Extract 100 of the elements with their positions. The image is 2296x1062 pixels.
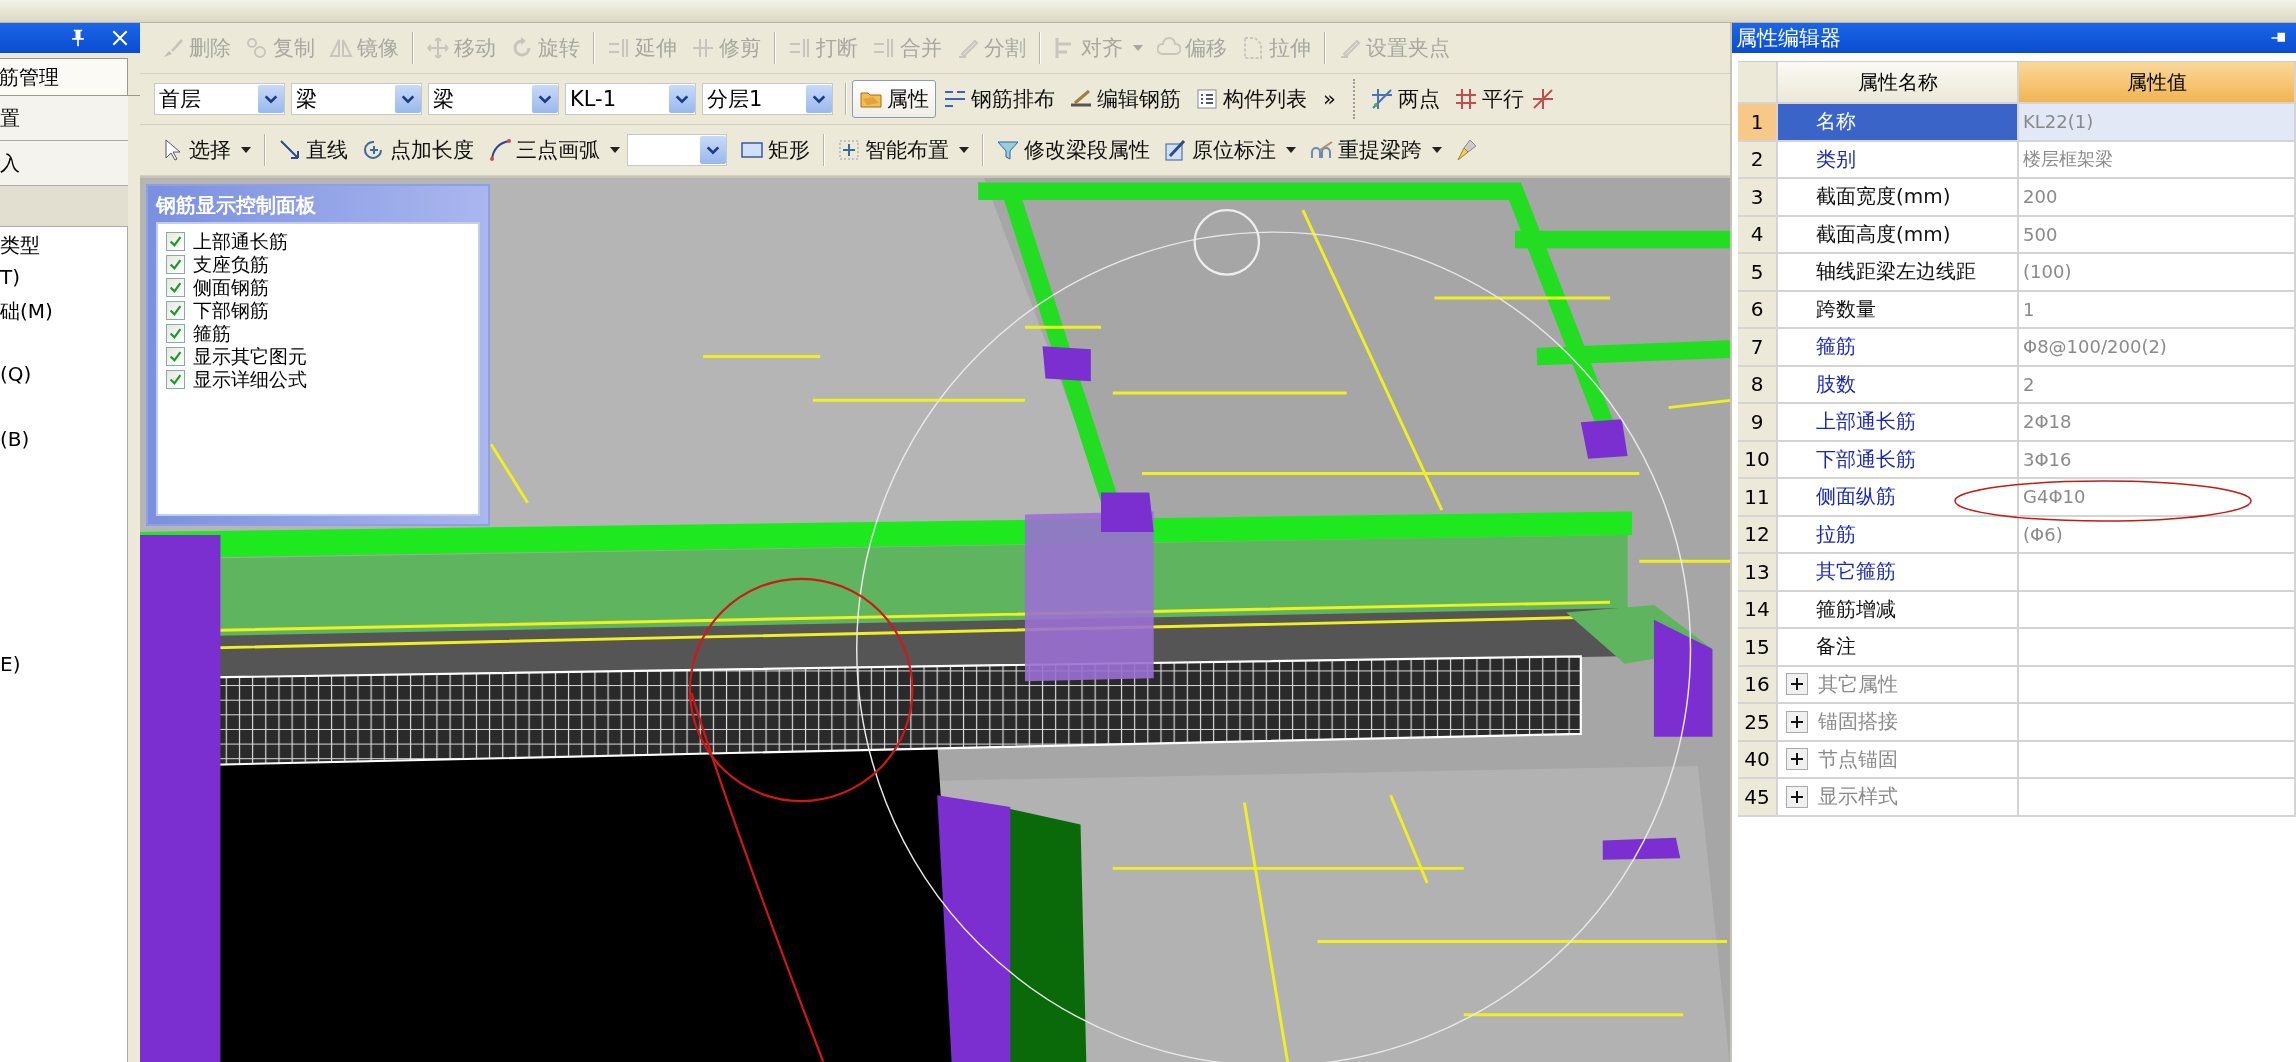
checkbox[interactable]	[166, 324, 185, 343]
toolbar-button[interactable]: 智能布置	[830, 131, 976, 169]
line-icon	[278, 138, 302, 162]
property-name[interactable]: 名称	[1778, 104, 2019, 142]
expand-toggle[interactable]	[1786, 673, 1808, 696]
toolbar-button[interactable]: 选择	[154, 131, 258, 169]
property-value[interactable]: (Φ6)	[2019, 516, 2296, 554]
property-name[interactable]: 下部通长筋	[1778, 441, 2019, 479]
checkbox-label[interactable]: 侧面钢筋	[193, 276, 269, 299]
toolbar-button[interactable]: 属性	[852, 80, 936, 118]
brush-icon	[161, 36, 185, 60]
property-name[interactable]: 跨数量	[1778, 291, 2019, 329]
expand-toggle[interactable]	[1786, 710, 1808, 733]
property-name[interactable]: 侧面纵筋	[1778, 479, 2019, 517]
panel-title: 属性编辑器	[1736, 25, 1841, 52]
row-number: 25	[1738, 704, 1778, 742]
toolbar-button[interactable]: 直线	[271, 131, 355, 169]
toolbar-button[interactable]: 三点画弧	[481, 131, 627, 169]
caret-icon	[959, 147, 969, 153]
checkbox-label[interactable]: 下部钢筋	[193, 299, 269, 322]
group-name[interactable]: 锚固搭接	[1818, 708, 1898, 736]
dropdown-field[interactable]: 梁	[428, 83, 559, 115]
panel-section[interactable]: 入	[0, 141, 128, 186]
caret-icon	[1432, 147, 1442, 153]
move-arrows-icon	[426, 36, 450, 60]
checkbox[interactable]	[166, 347, 185, 366]
row-number: 13	[1738, 554, 1778, 592]
checkbox-label[interactable]: 显示详细公式	[193, 368, 307, 391]
checkbox[interactable]	[166, 255, 185, 274]
group-name[interactable]: 节点锚固	[1818, 745, 1898, 773]
overflow-button[interactable]: »	[1314, 86, 1345, 112]
tree-item[interactable]: E)	[0, 652, 21, 676]
property-name[interactable]: 其它箍筋	[1778, 554, 2019, 592]
toolbar-button[interactable]: 两点	[1362, 80, 1447, 118]
property-name[interactable]: 截面宽度(mm)	[1778, 179, 2019, 217]
property-name[interactable]: 拉筋	[1778, 516, 2019, 554]
property-name[interactable]: 类别	[1778, 141, 2019, 179]
bracket-lines-icon	[607, 36, 631, 60]
row-number: 9	[1738, 404, 1778, 442]
dropdown-field[interactable]: 首层	[154, 83, 285, 115]
bracket-lines-icon	[788, 36, 812, 60]
tree-item[interactable]: 类型	[0, 232, 40, 259]
close-icon[interactable]	[110, 28, 130, 48]
cross-lines-icon	[691, 36, 715, 60]
row-number: 8	[1738, 366, 1778, 404]
panel-section[interactable]: 置	[0, 96, 128, 141]
property-name[interactable]: 上部通长筋	[1778, 404, 2019, 442]
property-name[interactable]: 箍筋	[1778, 329, 2019, 367]
toolbar-button[interactable]: 重提梁跨	[1303, 131, 1449, 169]
toolbar-button[interactable]: 原位标注	[1157, 131, 1303, 169]
row-number: 14	[1738, 591, 1778, 629]
tree-item[interactable]: (B)	[0, 427, 30, 451]
expand-toggle[interactable]	[1786, 748, 1808, 771]
toolbar-button[interactable]: 点加长度	[355, 131, 481, 169]
toolbar-button[interactable]: 修改梁段属性	[989, 131, 1157, 169]
row-number: 40	[1738, 741, 1778, 779]
circles-icon	[245, 36, 269, 60]
expand-toggle[interactable]	[1786, 785, 1808, 808]
toolbar-button[interactable]: 编辑钢筋	[1062, 80, 1188, 118]
row-number: 6	[1738, 291, 1778, 329]
dropdown-field[interactable]	[627, 134, 727, 166]
property-value[interactable]: Φ8@100/200(2)	[2019, 329, 2296, 367]
caret-icon	[1286, 147, 1296, 153]
column-header: 属性值	[2019, 62, 2296, 104]
dropdown-field[interactable]: KL-1	[565, 83, 696, 115]
property-value[interactable]: (100)	[2019, 254, 2296, 292]
property-name[interactable]: 肢数	[1778, 366, 2019, 404]
row-number: 16	[1738, 666, 1778, 704]
row-number: 7	[1738, 329, 1778, 367]
checkbox[interactable]	[166, 232, 185, 251]
checkbox-label[interactable]: 箍筋	[193, 322, 231, 345]
angle-axis-icon	[1530, 87, 1555, 111]
property-value[interactable]: 1	[2019, 291, 2296, 329]
dropdown-field[interactable]: 分层1	[702, 83, 833, 115]
tree-item[interactable]: 础(M)	[0, 298, 53, 325]
property-name[interactable]: 截面高度(mm)	[1778, 216, 2019, 254]
row-number: 11	[1738, 479, 1778, 517]
toolbar-button[interactable]: 矩形	[733, 131, 817, 169]
list-icon	[1195, 87, 1219, 111]
checkbox[interactable]	[166, 301, 185, 320]
property-name[interactable]: 轴线距梁左边线距	[1778, 254, 2019, 292]
dropdown-field[interactable]: 梁	[291, 83, 422, 115]
tree-item[interactable]: (Q)	[0, 362, 32, 386]
checkbox[interactable]	[166, 278, 185, 297]
property-name[interactable]: 箍筋增减	[1778, 591, 2019, 629]
checkbox[interactable]	[166, 370, 185, 389]
tree-item[interactable]: T)	[0, 265, 21, 289]
row-number: 15	[1738, 629, 1778, 667]
property-value[interactable]: 楼层框架梁	[2019, 141, 2296, 179]
toolbar-button[interactable]: 构件列表	[1188, 80, 1314, 118]
annotation-icon	[1164, 138, 1188, 162]
dashed-page-icon	[1241, 36, 1265, 60]
toolbar-button[interactable]: 钢筋排布	[936, 80, 1062, 118]
checkbox-label[interactable]: 显示其它图元	[193, 345, 307, 368]
checkbox-label[interactable]: 支座负筋	[193, 253, 269, 276]
row-number: 12	[1738, 516, 1778, 554]
toolbar-button[interactable]: 平行	[1446, 80, 1531, 118]
panel-tab[interactable]: 筋管理	[0, 58, 128, 95]
property-name[interactable]: 备注	[1778, 629, 2019, 667]
checkbox-label[interactable]: 上部通长筋	[193, 230, 288, 253]
